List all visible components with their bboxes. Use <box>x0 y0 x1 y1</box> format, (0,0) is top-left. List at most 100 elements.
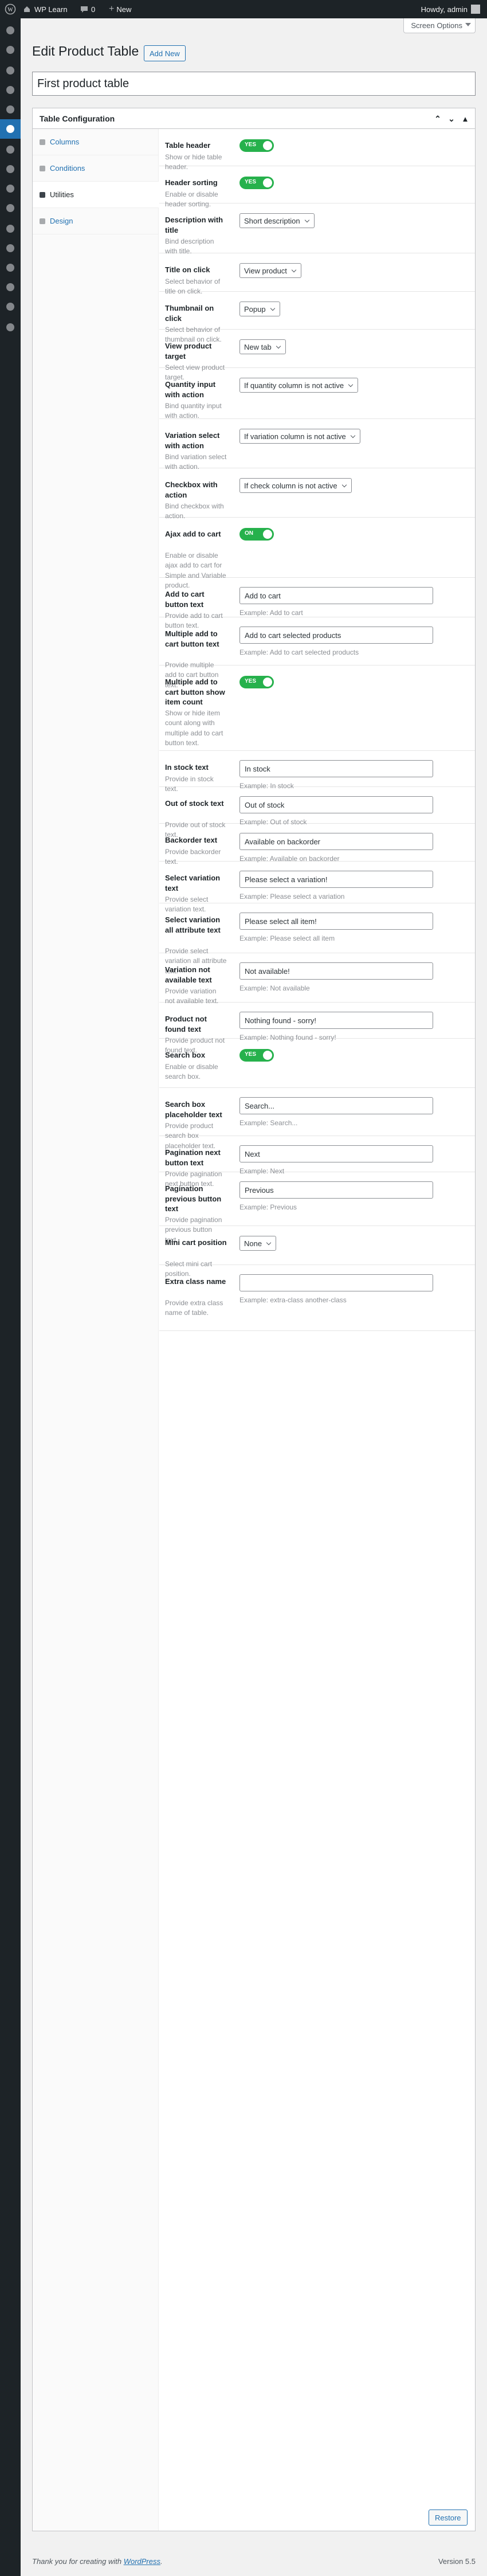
text-input[interactable] <box>239 1274 433 1291</box>
chevron-down-icon <box>291 267 297 273</box>
footer-version: Version 5.5 <box>438 2557 476 2566</box>
text-input[interactable] <box>239 913 433 930</box>
move-down-icon[interactable]: ⌄ <box>446 114 457 124</box>
field-row: Search box Enable or disable search box. Y… <box>159 1039 475 1088</box>
restore-button[interactable]: Restore <box>429 2510 468 2526</box>
text-input[interactable] <box>239 760 433 777</box>
field-row: Pagination previous button text Provide p… <box>159 1172 475 1244</box>
toggle-knob <box>263 1051 272 1060</box>
menu-item-posts[interactable] <box>0 40 21 60</box>
field-row: Quantity input with action Bind quantity … <box>159 368 475 420</box>
menu-item-products[interactable] <box>0 159 21 179</box>
menu-item-tools[interactable] <box>0 277 21 297</box>
footer-thanks-suffix: . <box>160 2557 163 2566</box>
field-control <box>239 1145 433 1162</box>
toggle-state: YES <box>245 142 257 148</box>
field-example: Example: Previous <box>239 1203 297 1211</box>
menu-item-woocommerce[interactable] <box>0 140 21 159</box>
collapse-toggle-icon[interactable]: ▴ <box>460 114 470 124</box>
add-new-button[interactable]: Add New <box>144 45 186 61</box>
wordpress-link[interactable]: WordPress <box>124 2557 160 2566</box>
text-input[interactable] <box>239 587 433 604</box>
field-label: Quantity input with action <box>165 380 216 399</box>
field-row: View product target Select view product t… <box>159 330 475 381</box>
avatar <box>471 5 480 14</box>
field-example: Example: Search... <box>239 1119 298 1127</box>
menu-item-comments[interactable] <box>0 100 21 119</box>
toggle-switch[interactable]: YES <box>239 139 274 152</box>
toggle-switch[interactable]: YES <box>239 676 274 688</box>
text-input[interactable] <box>239 871 433 888</box>
select-dropdown[interactable]: If check column is not active <box>239 478 352 493</box>
text-input[interactable] <box>239 962 433 980</box>
screen-options-button[interactable]: Screen Options <box>403 18 476 33</box>
tab-design[interactable]: Design <box>33 208 158 234</box>
field-row: Pagination next button text Provide pagin… <box>159 1136 475 1188</box>
menu-item-pages[interactable] <box>0 80 21 100</box>
select-dropdown[interactable]: View product <box>239 263 301 278</box>
toggle-switch[interactable]: ON <box>239 528 274 541</box>
new-content-link[interactable]: + New <box>109 0 131 18</box>
tab-utilities[interactable]: Utilities <box>33 182 159 208</box>
select-value: View product <box>244 266 287 275</box>
text-input[interactable] <box>239 833 433 850</box>
menu-item-product-table[interactable] <box>0 119 21 139</box>
admin-menu <box>0 18 21 2576</box>
field-control <box>239 587 433 604</box>
toggle-switch[interactable]: YES <box>239 177 274 189</box>
chevron-down-icon <box>276 343 281 349</box>
site-name-link[interactable]: WP Learn <box>23 0 68 18</box>
comments-link[interactable]: 0 <box>80 0 95 18</box>
chevron-down-icon <box>350 433 355 439</box>
field-control <box>239 796 433 813</box>
config-tabs: Columns Conditions Utilities Design <box>33 129 159 2531</box>
field-control: New tab <box>239 339 286 354</box>
toggle-switch[interactable]: YES <box>239 1049 274 1062</box>
select-dropdown[interactable]: New tab <box>239 339 286 354</box>
menu-item-users[interactable] <box>0 258 21 277</box>
comment-icon <box>81 6 88 13</box>
tab-columns[interactable]: Columns <box>33 129 158 155</box>
field-row: Select variation all attribute text Provi… <box>159 903 475 975</box>
field-control <box>239 1097 433 1114</box>
select-dropdown[interactable]: Short description <box>239 213 315 228</box>
wordpress-logo-icon[interactable]: W <box>5 0 16 18</box>
comments-count: 0 <box>91 5 96 14</box>
field-row: Table header Show or hide table header. YE… <box>159 129 475 171</box>
analytics-icon <box>6 185 14 193</box>
text-input[interactable] <box>239 796 433 813</box>
field-label: Pagination previous button text <box>165 1184 222 1213</box>
text-input[interactable] <box>239 1145 433 1162</box>
menu-item-plugins[interactable] <box>0 238 21 258</box>
select-value: If variation column is not active <box>244 432 346 441</box>
chevron-down-icon <box>266 1240 272 1246</box>
field-control: YES <box>239 139 274 152</box>
toggle-knob <box>263 678 272 687</box>
tab-conditions[interactable]: Conditions <box>33 155 158 182</box>
text-input[interactable] <box>239 1097 433 1114</box>
move-up-icon[interactable]: ⌃ <box>433 114 443 124</box>
select-dropdown[interactable]: If variation column is not active <box>239 429 360 444</box>
field-control <box>239 1181 433 1199</box>
select-dropdown[interactable]: Popup <box>239 302 280 316</box>
menu-item-settings[interactable] <box>0 297 21 316</box>
select-dropdown[interactable]: None <box>239 1236 277 1251</box>
home-icon <box>24 6 30 12</box>
menu-item-collapse[interactable] <box>0 318 21 337</box>
field-label: Out of stock text <box>165 799 224 808</box>
field-label: Table header <box>165 141 211 150</box>
select-dropdown[interactable]: If quantity column is not active <box>239 378 359 393</box>
field-label: Search box placeholder text <box>165 1100 222 1119</box>
text-input[interactable] <box>239 1012 433 1029</box>
menu-item-analytics[interactable] <box>0 179 21 198</box>
menu-item-marketing[interactable] <box>0 198 21 218</box>
text-input[interactable] <box>239 1181 433 1199</box>
field-control: If check column is not active <box>239 478 352 493</box>
my-account-link[interactable]: Howdy, admin <box>421 0 480 18</box>
menu-item-media[interactable] <box>0 61 21 80</box>
menu-item-dashboard[interactable] <box>0 21 21 40</box>
text-input[interactable] <box>239 627 433 644</box>
post-title-input[interactable] <box>32 72 476 96</box>
menu-item-appearance[interactable] <box>0 219 21 238</box>
field-label: View product target <box>165 342 212 361</box>
